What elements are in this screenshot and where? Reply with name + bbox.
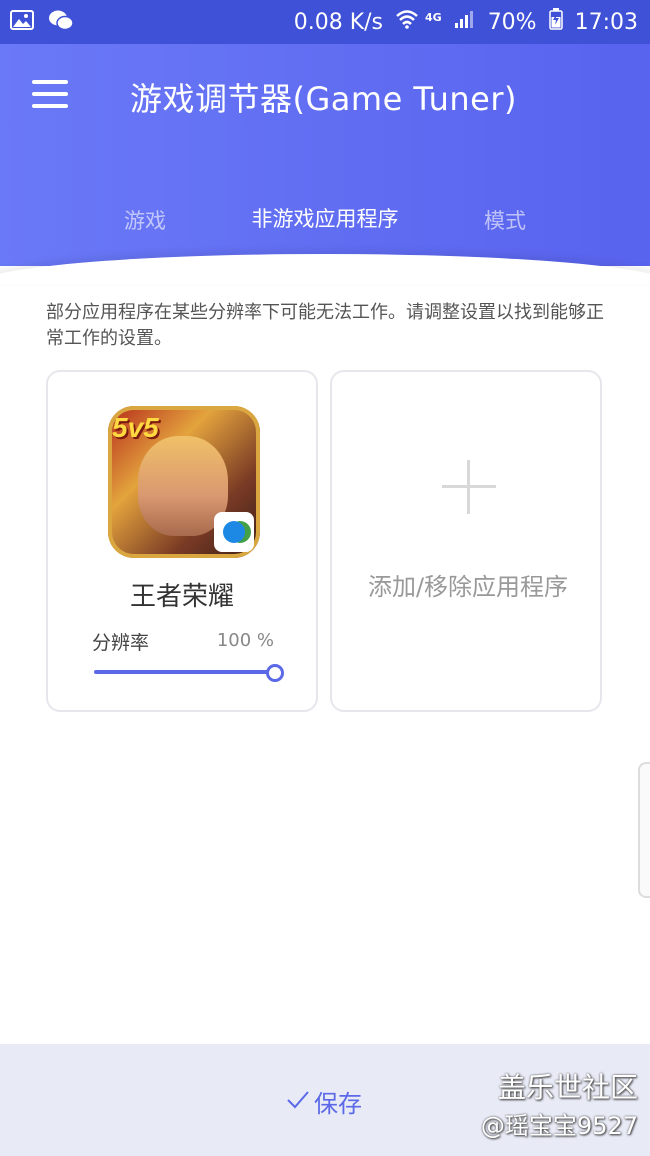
save-button[interactable]: 保存 [286, 1084, 362, 1119]
check-icon [286, 1088, 310, 1116]
battery-percent: 70% [487, 9, 537, 35]
app-name: 王者荣耀 [129, 582, 234, 612]
save-label: 保存 [314, 1090, 362, 1118]
add-remove-app-card[interactable]: 添加/移除应用程序 [330, 370, 602, 712]
network-type: 4G [425, 10, 442, 24]
description-text: 部分应用程序在某些分辨率下可能无法工作。请调整设置以找到能够正常工作的设置。 [46, 302, 604, 349]
wechat-icon [48, 9, 74, 35]
network-speed: 0.08 K/s [293, 9, 383, 35]
tencent-badge-icon [214, 512, 254, 552]
add-remove-label: 添加/移除应用程序 [367, 573, 569, 601]
tab-modes[interactable]: 模式 [430, 174, 580, 266]
page-title: 游戏调节器(Game Tuner) [130, 80, 518, 118]
gallery-icon [10, 10, 34, 34]
app-icon-tag: 5v5 [112, 412, 159, 443]
app-icon: 5v5 [108, 406, 260, 558]
watermark-community: 盖乐世社区 [497, 1071, 638, 1104]
plus-icon [442, 460, 496, 514]
footer-bar: 保存 盖乐世社区 @瑶宝宝9527 [0, 1044, 650, 1156]
battery-charging-icon [548, 8, 563, 36]
edge-panel-handle[interactable] [638, 762, 650, 898]
slider-thumb[interactable] [266, 664, 284, 682]
status-bar: 0.08 K/s 4G 70% 17:03 [0, 0, 650, 44]
tab-games[interactable]: 游戏 [70, 174, 220, 266]
app-card[interactable]: 5v5 王者荣耀 分辨率 100 % [46, 370, 318, 712]
resolution-label: 分辨率 [92, 632, 150, 654]
tab-non-game-apps[interactable]: 非游戏应用程序 [251, 174, 399, 266]
resolution-value: 100 % [216, 630, 274, 651]
wifi-icon [395, 9, 419, 35]
slider-track [94, 670, 274, 674]
tab-bar: 游戏 非游戏应用程序 模式 [0, 174, 650, 266]
menu-icon[interactable] [32, 80, 68, 108]
resolution-slider[interactable] [94, 662, 284, 682]
app-header: 游戏调节器(Game Tuner) 游戏 非游戏应用程序 模式 [0, 44, 650, 266]
clock: 17:03 [574, 9, 638, 35]
signal-icon [454, 9, 476, 35]
watermark-user: @瑶宝宝9527 [480, 1112, 638, 1140]
